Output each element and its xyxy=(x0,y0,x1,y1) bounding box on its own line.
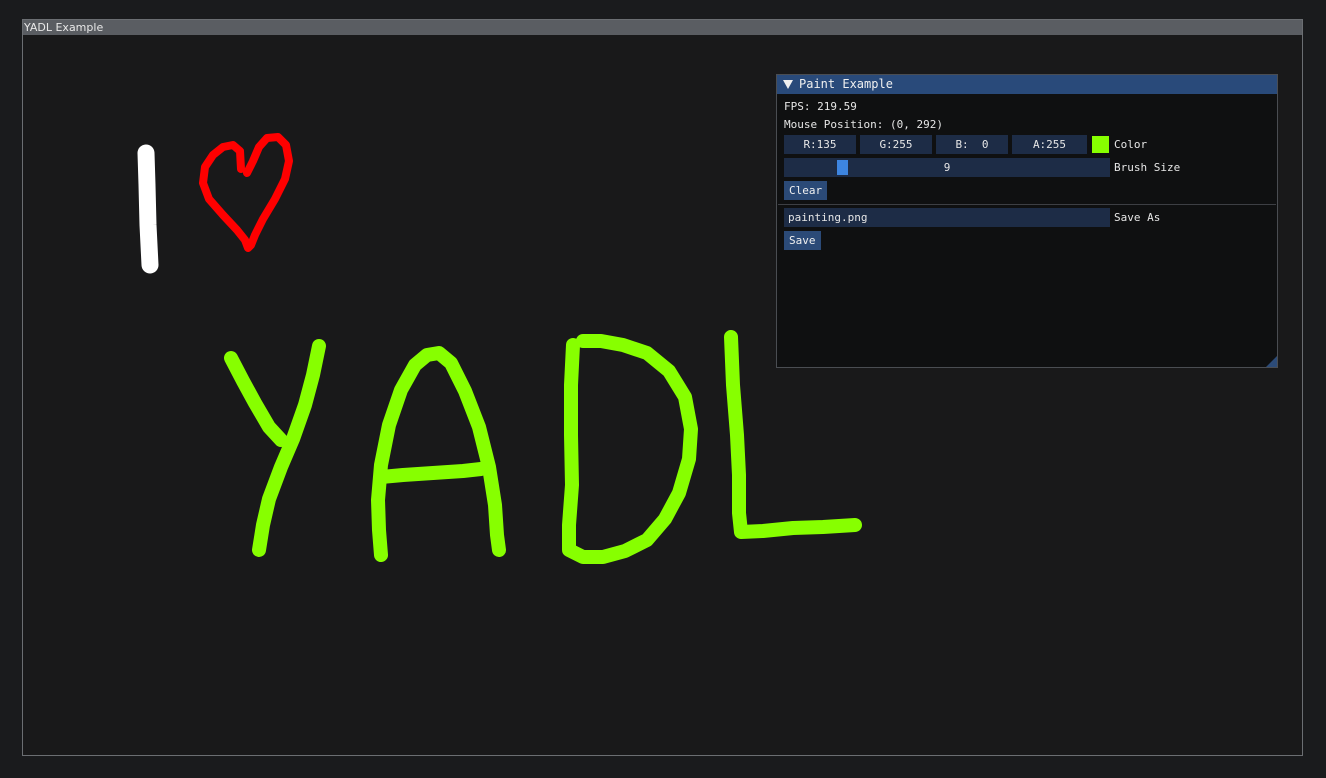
color-label: Color xyxy=(1114,138,1148,151)
stroke-letter-d xyxy=(562,334,698,564)
color-g-field[interactable]: G:255 xyxy=(860,135,932,154)
paint-panel[interactable]: Paint Example FPS: 219.59 Mouse Position… xyxy=(776,74,1278,368)
resize-grip-icon[interactable] xyxy=(1266,356,1277,367)
color-r-field[interactable]: R:135 xyxy=(784,135,856,154)
save-as-input[interactable]: painting.png xyxy=(784,208,1110,227)
clear-button[interactable]: Clear xyxy=(784,181,828,200)
brush-size-slider[interactable]: 9 xyxy=(784,158,1110,177)
fps-readout: FPS: 219.59 xyxy=(784,100,857,113)
color-b-field[interactable]: B: 0 xyxy=(936,135,1008,154)
window-title: YADL Example xyxy=(23,20,1302,35)
panel-title: Paint Example xyxy=(799,77,893,91)
color-swatch[interactable] xyxy=(1092,136,1109,153)
panel-titlebar[interactable]: Paint Example xyxy=(777,75,1277,94)
collapse-arrow-icon[interactable] xyxy=(783,80,793,89)
brush-size-value: 9 xyxy=(943,161,951,174)
stroke-letter-a xyxy=(371,346,506,562)
stroke-letter-y xyxy=(224,351,288,447)
brush-size-label: Brush Size xyxy=(1114,161,1181,174)
stroke-letter-y-2 xyxy=(252,339,326,557)
mouse-position-readout: Mouse Position: (0, 292) xyxy=(784,118,943,131)
color-a-field[interactable]: A:255 xyxy=(1012,135,1087,154)
separator xyxy=(778,204,1276,205)
save-button[interactable]: Save xyxy=(784,231,821,250)
stroke-letter-i xyxy=(137,144,159,274)
stroke-heart xyxy=(199,133,293,252)
save-as-label: Save As xyxy=(1114,211,1161,224)
stroke-letter-a-bar xyxy=(374,462,488,484)
